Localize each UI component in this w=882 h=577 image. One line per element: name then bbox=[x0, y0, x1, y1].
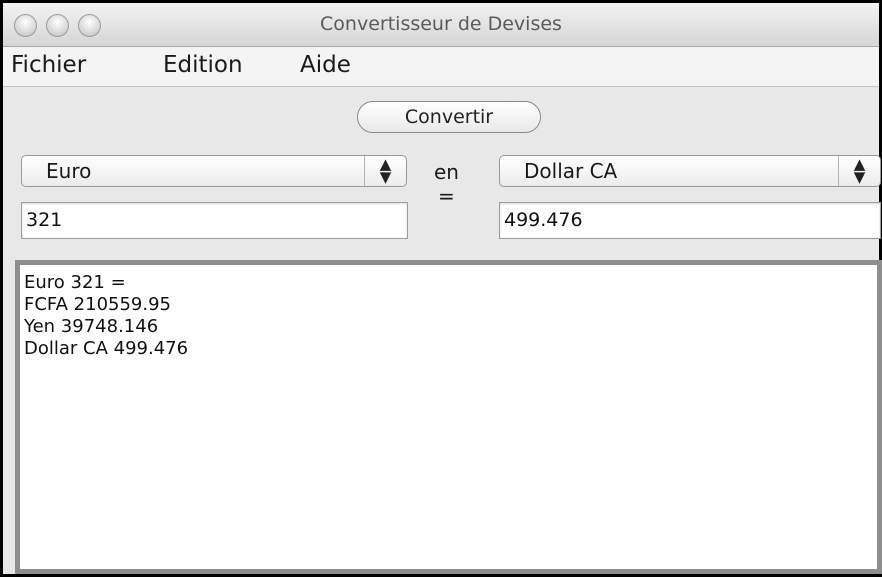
conversion-output-area[interactable]: Euro 321 = FCFA 210559.95 Yen 39748.146 … bbox=[15, 260, 882, 574]
from-amount-field[interactable]: 321 bbox=[21, 202, 408, 239]
to-amount-field[interactable]: 499.476 bbox=[499, 202, 881, 239]
output-line: Dollar CA 499.476 bbox=[24, 338, 189, 359]
from-currency-select[interactable]: Euro ▲ ▼ bbox=[21, 155, 407, 187]
from-currency-value: Euro bbox=[46, 159, 92, 183]
menu-fichier[interactable]: Fichier bbox=[11, 52, 86, 78]
updown-arrows-icon: ▲ ▼ bbox=[838, 156, 880, 186]
menu-bar: Fichier Edition Aide bbox=[3, 47, 879, 87]
en-label: en bbox=[434, 160, 459, 184]
equals-label: = bbox=[438, 184, 455, 208]
to-currency-value: Dollar CA bbox=[524, 159, 618, 183]
menu-edition[interactable]: Edition bbox=[163, 52, 243, 78]
updown-arrows-icon: ▲ ▼ bbox=[364, 156, 406, 186]
output-line: Euro 321 = bbox=[24, 272, 126, 293]
output-line: FCFA 210559.95 bbox=[24, 294, 171, 315]
convert-button[interactable]: Convertir bbox=[357, 101, 541, 133]
menu-aide[interactable]: Aide bbox=[300, 52, 351, 78]
output-line: Yen 39748.146 bbox=[24, 316, 159, 337]
converter-window: Convertisseur de Devises Fichier Edition… bbox=[0, 0, 882, 577]
title-bar[interactable]: Convertisseur de Devises bbox=[3, 3, 879, 47]
to-currency-select[interactable]: Dollar CA ▲ ▼ bbox=[499, 155, 881, 187]
window-title: Convertisseur de Devises bbox=[320, 13, 562, 35]
